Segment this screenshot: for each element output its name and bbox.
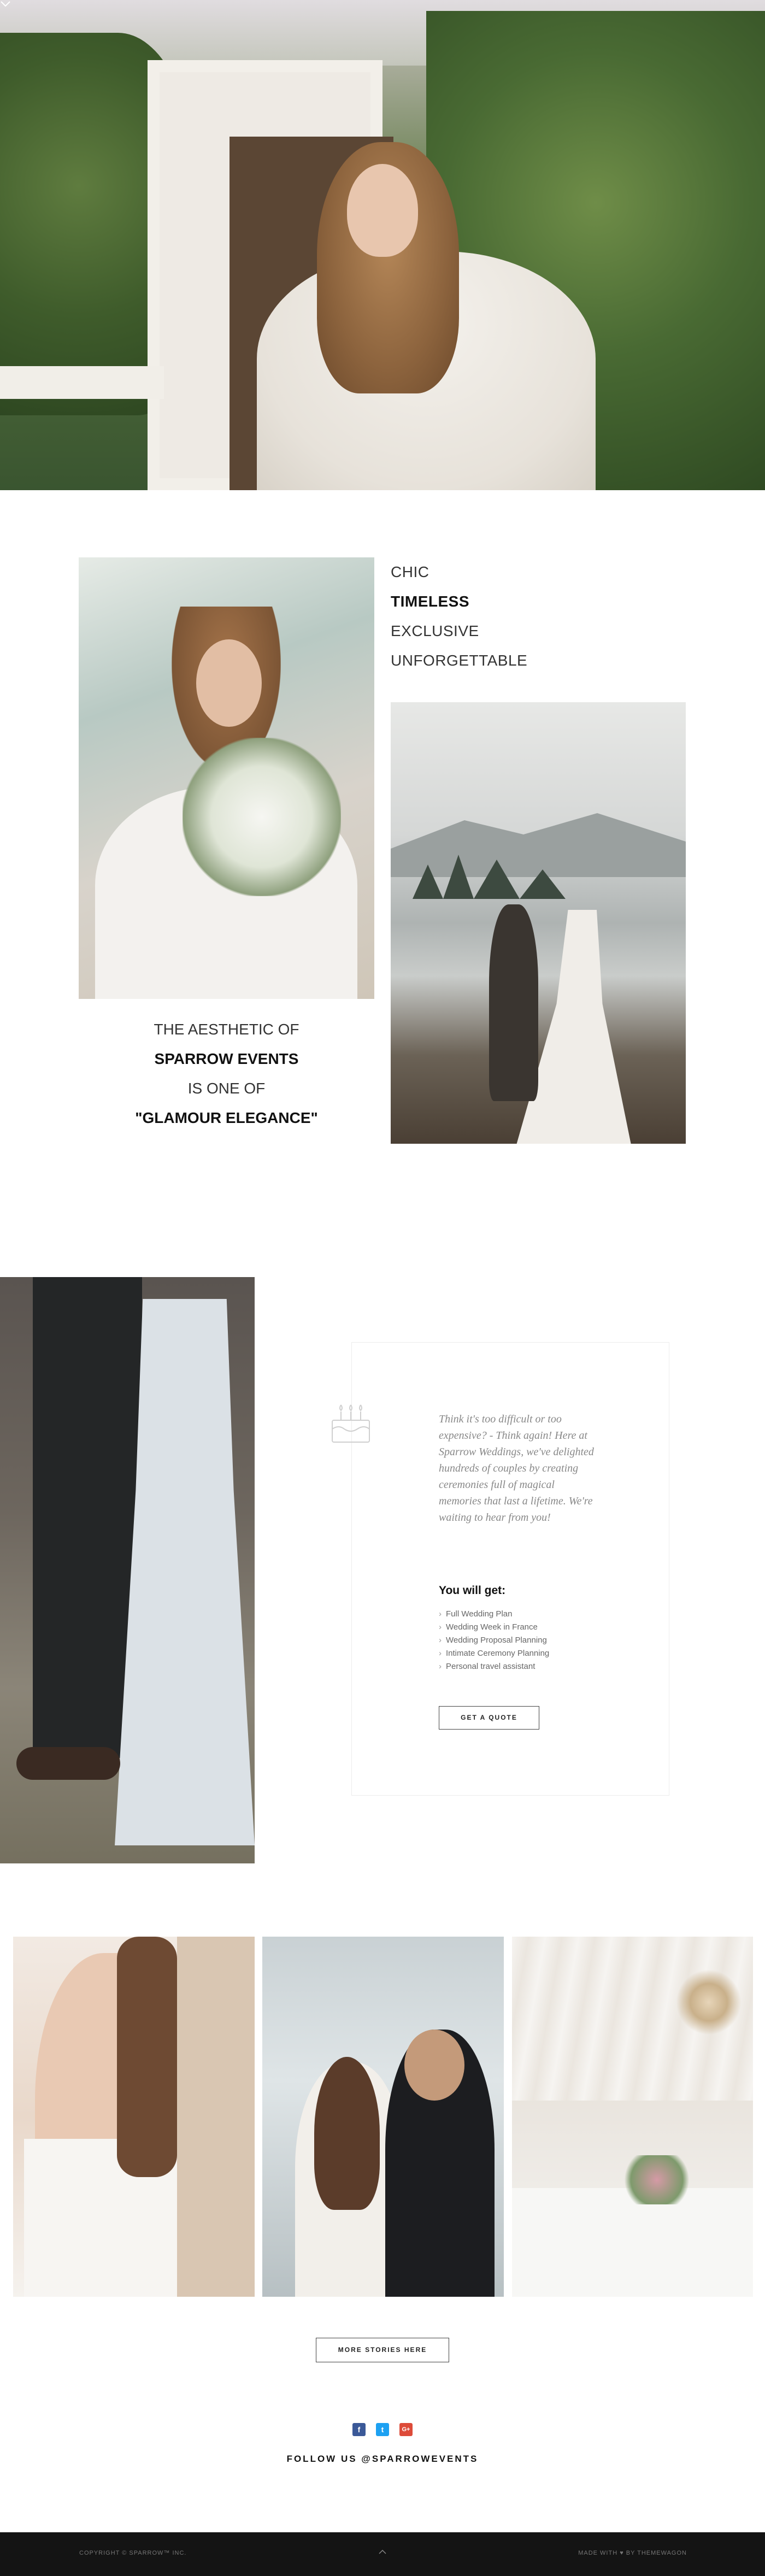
benefit-item: Wedding Proposal Planning bbox=[439, 1634, 549, 1647]
gallery-photo-couple-kiss[interactable] bbox=[262, 1937, 504, 2297]
benefit-item: Intimate Ceremony Planning bbox=[439, 1647, 549, 1660]
follow-us-text[interactable]: FOLLOW US @SPARROWEVENTS bbox=[219, 2454, 546, 2465]
gallery-photo-reception-table[interactable] bbox=[512, 1937, 753, 2297]
get-a-quote-button[interactable]: GET A QUOTE bbox=[439, 1706, 539, 1730]
google-plus-icon[interactable]: G+ bbox=[399, 2423, 413, 2436]
offer-heading: You will get: bbox=[439, 1584, 506, 1597]
bride-bouquet-photo bbox=[79, 557, 374, 999]
gallery-photo-bride-back[interactable] bbox=[13, 1937, 255, 2297]
twitter-icon[interactable]: t bbox=[376, 2423, 389, 2436]
benefit-item: Wedding Week in France bbox=[439, 1621, 549, 1634]
couple-holding-hands-photo bbox=[0, 1277, 255, 1863]
benefit-item: Personal travel assistant bbox=[439, 1660, 549, 1673]
tagline-chic: CHIC bbox=[391, 563, 429, 580]
aesthetic-line-2: SPARROW EVENTS bbox=[154, 1050, 299, 1067]
benefit-item: Full Wedding Plan bbox=[439, 1608, 549, 1621]
aesthetic-line-4: "GLAMOUR ELEGANCE" bbox=[135, 1109, 318, 1126]
made-with-credit[interactable]: MADE WITH ♥ BY THEMEWAGON bbox=[578, 2550, 687, 2556]
chevron-up-icon[interactable] bbox=[376, 2548, 389, 2559]
tagline-exclusive: EXCLUSIVE bbox=[391, 622, 479, 639]
social-icons: f t G+ bbox=[352, 2423, 413, 2437]
lake-couple-photo bbox=[391, 702, 686, 1144]
cake-icon bbox=[328, 1395, 374, 1444]
offer-quote: Think it's too difficult or too expensiv… bbox=[439, 1413, 594, 1524]
facebook-icon[interactable]: f bbox=[352, 2423, 366, 2436]
more-stories-button[interactable]: MORE STORIES HERE bbox=[316, 2338, 449, 2362]
aesthetic-line-3: IS ONE OF bbox=[187, 1080, 266, 1097]
tagline-timeless: TIMELESS bbox=[391, 593, 470, 610]
copyright-text: COPYRIGHT © SPARROW™ INC. bbox=[79, 2550, 187, 2556]
aesthetic-line-1: THE AESTHETIC OF bbox=[154, 1021, 299, 1038]
benefits-list: Full Wedding Plan Wedding Week in France… bbox=[439, 1608, 549, 1673]
hero-image bbox=[0, 0, 765, 490]
tagline-unforgettable: UNFORGETTABLE bbox=[391, 652, 528, 669]
chevron-down-icon[interactable] bbox=[0, 0, 11, 10]
